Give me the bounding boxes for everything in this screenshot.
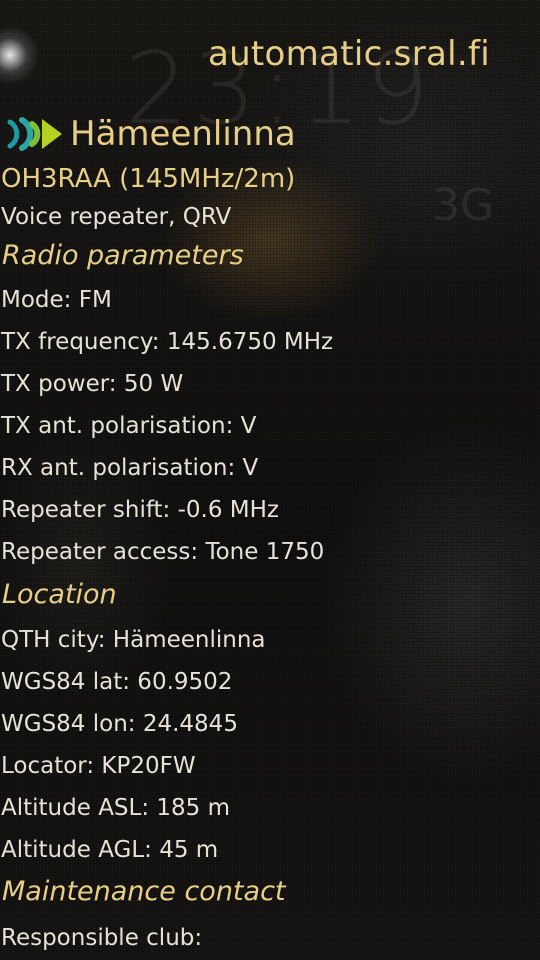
radio-tx-power: TX power: 50 W <box>1 371 184 397</box>
location-lat: WGS84 lat: 60.9502 <box>1 669 233 695</box>
repeater-info-page: automatic.sral.fi Hämeenlinna OH3RAA (14… <box>0 0 540 960</box>
radio-tx-polarisation: TX ant. polarisation: V <box>1 413 257 439</box>
maintenance-responsible-club: Responsible club: <box>1 925 203 951</box>
repeater-header: Hämeenlinna <box>6 114 296 154</box>
section-maintenance-contact: Maintenance contact <box>2 876 286 907</box>
repeater-city: Hämeenlinna <box>70 114 296 154</box>
location-lon: WGS84 lon: 24.4845 <box>1 711 238 737</box>
location-locator: Locator: KP20FW <box>1 753 196 779</box>
repeater-callsign: OH3RAA (145MHz/2m) <box>1 164 296 194</box>
radio-tx-frequency: TX frequency: 145.6750 MHz <box>1 329 334 355</box>
section-location: Location <box>2 579 117 610</box>
location-altitude-agl: Altitude AGL: 45 m <box>1 837 219 863</box>
location-qth-city: QTH city: Hämeenlinna <box>1 627 266 653</box>
repeater-signal-icon <box>7 117 62 151</box>
radio-repeater-access: Repeater access: Tone 1750 <box>1 539 325 565</box>
section-radio-parameters: Radio parameters <box>2 240 244 271</box>
site-title[interactable]: automatic.sral.fi <box>208 34 490 74</box>
radio-rx-polarisation: RX ant. polarisation: V <box>1 455 259 481</box>
repeater-type: Voice repeater, QRV <box>1 204 232 230</box>
radio-repeater-shift: Repeater shift: -0.6 MHz <box>1 497 279 523</box>
radio-mode: Mode: FM <box>1 287 112 313</box>
location-altitude-asl: Altitude ASL: 185 m <box>1 795 231 821</box>
